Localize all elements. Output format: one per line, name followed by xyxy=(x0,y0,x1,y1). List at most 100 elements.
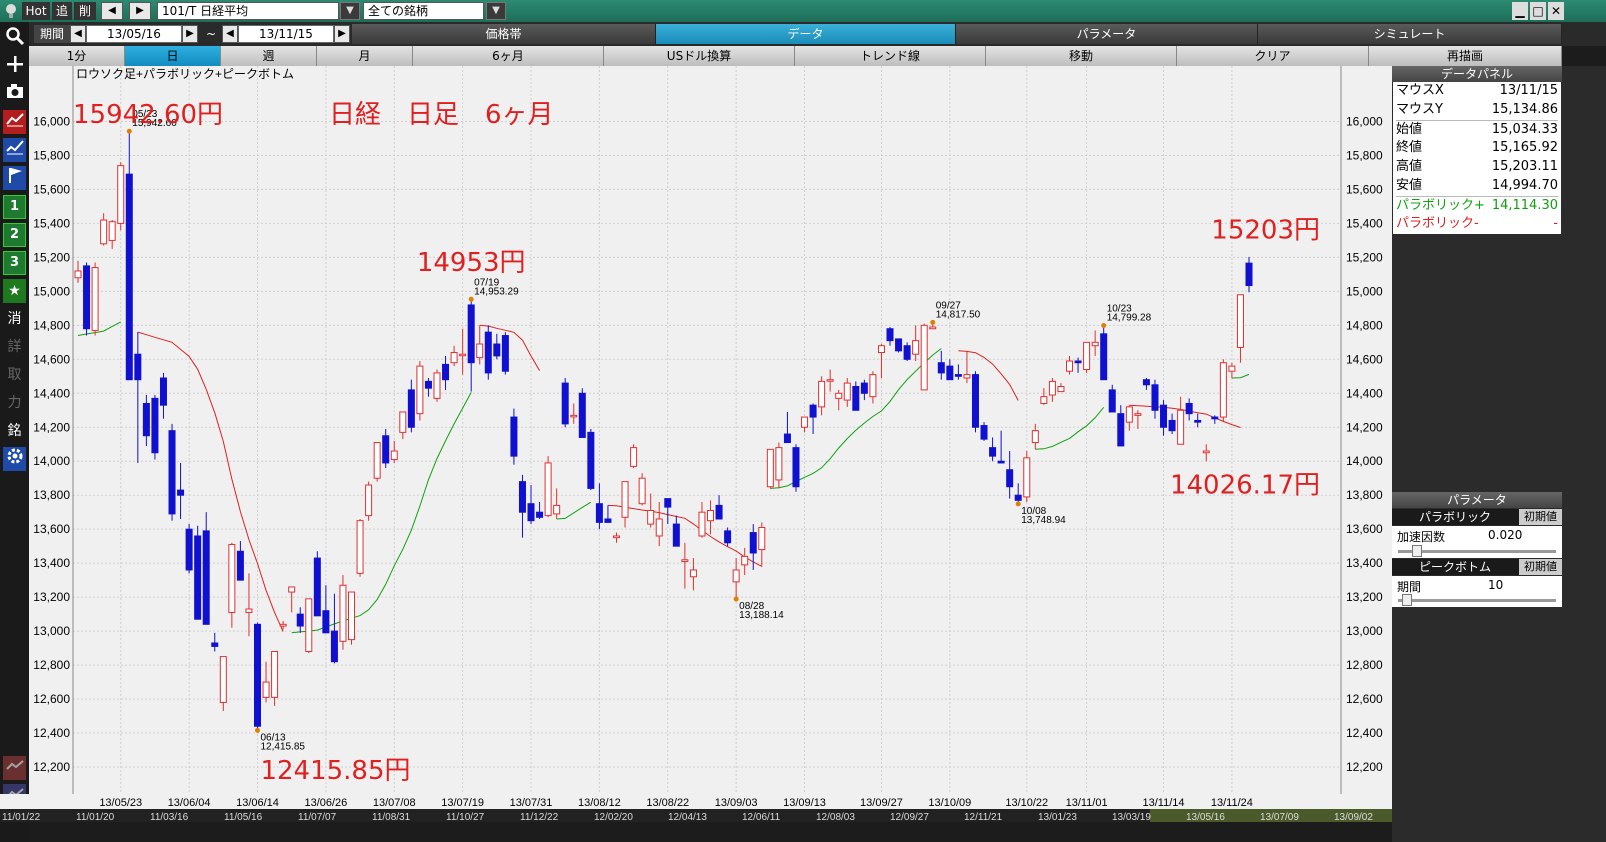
y-tick-label-right: 14,400 xyxy=(1346,386,1383,400)
tab-week[interactable]: 週 xyxy=(221,46,317,66)
chart-line-icon[interactable] xyxy=(3,110,26,134)
maximize-icon[interactable]: □ xyxy=(1530,2,1546,20)
peak-bottom-value: 13,748.94 xyxy=(1021,515,1066,526)
accel-slider-knob[interactable] xyxy=(1412,545,1422,557)
delete-button[interactable]: 削 xyxy=(74,2,96,20)
candle-body xyxy=(689,569,697,578)
camera-icon[interactable] xyxy=(3,82,26,106)
x-tick-label: 13/06/14 xyxy=(236,797,279,809)
gear-icon[interactable] xyxy=(3,447,26,471)
tab-clear[interactable]: クリア xyxy=(1177,46,1369,66)
period-from-prev[interactable]: ◀ xyxy=(70,25,86,43)
minimize-icon[interactable]: ▁ xyxy=(1512,2,1528,20)
plus-icon[interactable] xyxy=(3,54,26,78)
data-value: 15,165.92 xyxy=(1491,140,1558,155)
menu-parameter[interactable]: パラメータ xyxy=(956,24,1258,44)
parabolic-default-button[interactable]: 初期値 xyxy=(1519,509,1562,525)
tab-trendline[interactable]: トレンド線 xyxy=(795,46,986,66)
candle-body xyxy=(612,535,620,539)
x-tick-label: 13/09/27 xyxy=(860,797,903,809)
chart-legend: ロウソク足+パラボリック+ピークボトム xyxy=(76,67,294,81)
candle-body xyxy=(1083,341,1091,371)
power-button[interactable]: 力 xyxy=(3,391,26,415)
candle-body xyxy=(467,304,475,364)
preset-3-button[interactable]: 3 xyxy=(3,251,26,275)
candle-body xyxy=(228,543,236,613)
overview-tick-label: 11/08/31 xyxy=(372,812,411,822)
prev-symbol-button[interactable]: ◀ xyxy=(101,2,123,20)
candle-body xyxy=(715,504,723,520)
candle-body xyxy=(1168,419,1176,432)
overview-tick-label: 12/09/27 xyxy=(890,812,929,822)
chart-area-icon[interactable] xyxy=(3,138,26,162)
chart-title: 日経 日足 6ヶ月 xyxy=(329,100,554,130)
tab-1min[interactable]: 1分 xyxy=(29,46,125,66)
period-to-input[interactable]: 13/11/15 xyxy=(238,25,334,43)
period-slider-knob[interactable] xyxy=(1402,594,1412,606)
add-button[interactable]: 追 xyxy=(52,2,72,20)
candle-body xyxy=(980,425,988,440)
period-from-input[interactable]: 13/05/16 xyxy=(86,25,182,43)
hot-button[interactable]: Hot xyxy=(22,2,50,20)
small-chart-icon[interactable] xyxy=(3,756,26,780)
y-tick-label-right: 14,800 xyxy=(1346,318,1383,332)
symbol-dropdown-icon[interactable]: ▼ xyxy=(340,2,360,20)
detail-button[interactable]: 詳 xyxy=(3,335,26,359)
preset-1-button[interactable]: 1 xyxy=(3,195,26,219)
accel-slider[interactable] xyxy=(1392,544,1562,558)
trade-button[interactable]: 取 xyxy=(3,363,26,387)
chart-area[interactable]: 16,000 16,000 15,800 15,800 15,600 15,600 15,4… xyxy=(29,66,1392,794)
price-annotation: 15203円 xyxy=(1211,216,1320,246)
bulb-icon[interactable] xyxy=(3,2,19,20)
stock-button[interactable]: 銘 xyxy=(3,419,26,443)
data-key: マウスX xyxy=(1396,83,1444,98)
tab-move[interactable]: 移動 xyxy=(986,46,1177,66)
period-to-next[interactable]: ▶ xyxy=(334,25,350,43)
peak-bottom-value: 14,953.29 xyxy=(474,286,519,297)
overview-axis[interactable]: 11/01/22 11/01/20 11/03/16 11/05/16 11/07/07… xyxy=(0,809,1606,823)
menu-simulate[interactable]: シミュレート xyxy=(1258,24,1562,44)
candle-body xyxy=(724,530,732,544)
close-icon[interactable]: ✕ xyxy=(1548,2,1564,20)
candle-body xyxy=(903,345,911,360)
x-tick-label: 13/10/22 xyxy=(1005,797,1048,809)
menu-price-band[interactable]: 価格帯 xyxy=(352,24,656,44)
y-tick-label-right: 14,000 xyxy=(1346,454,1383,468)
menu-data[interactable]: データ xyxy=(656,24,956,44)
candle-body xyxy=(818,380,826,408)
data-row: 安値 14,994.70 xyxy=(1396,177,1558,195)
candle-body xyxy=(1108,389,1116,413)
data-value: 15,134.86 xyxy=(1491,102,1558,117)
period-from-next[interactable]: ▶ xyxy=(182,25,198,43)
period-slider[interactable] xyxy=(1392,593,1562,607)
star-button[interactable]: ★ xyxy=(3,279,26,303)
next-symbol-button[interactable]: ▶ xyxy=(129,2,151,20)
x-tick-label: 13/06/04 xyxy=(168,797,211,809)
peakbottom-default-button[interactable]: 初期値 xyxy=(1519,559,1562,575)
flag-icon[interactable] xyxy=(3,166,26,190)
search-icon[interactable] xyxy=(3,26,26,50)
period-slider-track xyxy=(1398,599,1556,602)
market-select[interactable]: 全ての銘柄 xyxy=(363,2,484,20)
accel-input[interactable]: 0.020 xyxy=(1488,528,1522,542)
candle-body xyxy=(937,362,945,374)
candle-body xyxy=(801,416,809,428)
candle-body xyxy=(390,450,398,461)
candle-body xyxy=(578,392,586,438)
peak-bottom-value: 13,188.14 xyxy=(739,610,784,621)
period-param-input[interactable]: 10 xyxy=(1488,578,1503,592)
symbol-select[interactable]: 101/T 日経平均 xyxy=(157,2,339,20)
tab-6months[interactable]: 6ヶ月 xyxy=(413,46,604,66)
tab-usd[interactable]: USドル換算 xyxy=(604,46,795,66)
market-dropdown-icon[interactable]: ▼ xyxy=(486,2,506,20)
tab-month[interactable]: 月 xyxy=(317,46,413,66)
period-to-prev[interactable]: ◀ xyxy=(222,25,238,43)
erase-button[interactable]: 消 xyxy=(3,307,26,331)
candle-body xyxy=(322,610,330,634)
tab-day[interactable]: 日 xyxy=(125,46,221,66)
preset-2-button[interactable]: 2 xyxy=(3,223,26,247)
candle-body xyxy=(330,630,338,663)
candle-body xyxy=(749,532,757,554)
redraw-button[interactable]: 再描画 xyxy=(1369,46,1562,66)
candle-body xyxy=(989,447,997,457)
